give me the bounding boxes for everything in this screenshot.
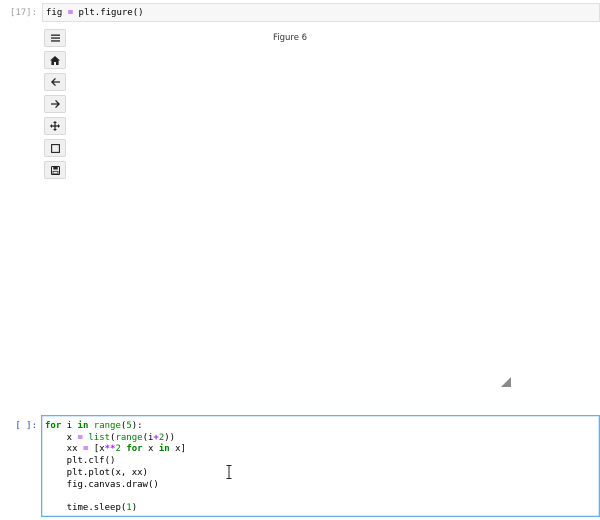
zoom-rect-icon — [50, 143, 60, 153]
code-line: x = list(range(i+2)) — [45, 432, 176, 443]
cell-2-code-input[interactable]: for i in range(5): x = list(range(i+2)) … — [41, 415, 600, 517]
home-icon — [50, 55, 60, 65]
code-line: time.sleep(1) — [45, 502, 138, 513]
cell-1-prompt: [17]: — [0, 6, 40, 20]
pan-icon — [50, 121, 60, 131]
resize-grip-icon — [501, 377, 511, 387]
code-line: xx = [x**2 for x in x] — [45, 444, 186, 455]
toolbar-home-button[interactable] — [44, 51, 66, 69]
cell-2-prompt: [ ]: — [0, 419, 40, 433]
code-line: plt.clf() — [45, 456, 116, 467]
toolbar-pan-button[interactable] — [44, 117, 66, 135]
toolbar-save-button[interactable] — [44, 161, 66, 179]
back-arrow-icon — [50, 78, 60, 86]
code-line: plt.plot(x, xx) — [45, 467, 148, 478]
cell-1-code-line: fig = plt.figure() — [46, 8, 144, 18]
ibeam-cursor-icon — [226, 464, 232, 479]
code-line: fig.canvas.draw() — [45, 479, 159, 490]
figure-title: Figure 6 — [272, 33, 308, 43]
figure-resize-handle[interactable] — [501, 372, 511, 387]
code-line: for i in range(5): — [45, 421, 143, 431]
cell-2-prompt-label: [ ]: — [15, 421, 37, 431]
menu-icon — [50, 34, 60, 42]
cell-1-code-input[interactable]: fig = plt.figure() — [42, 3, 600, 22]
toolbar-menu-button[interactable] — [44, 29, 66, 47]
cell-1-prompt-label: [17]: — [9, 8, 37, 18]
forward-arrow-icon — [50, 100, 60, 108]
toolbar-zoom-button[interactable] — [44, 139, 66, 157]
toolbar-back-button[interactable] — [44, 73, 66, 91]
toolbar-forward-button[interactable] — [44, 95, 66, 113]
save-icon — [50, 165, 60, 175]
